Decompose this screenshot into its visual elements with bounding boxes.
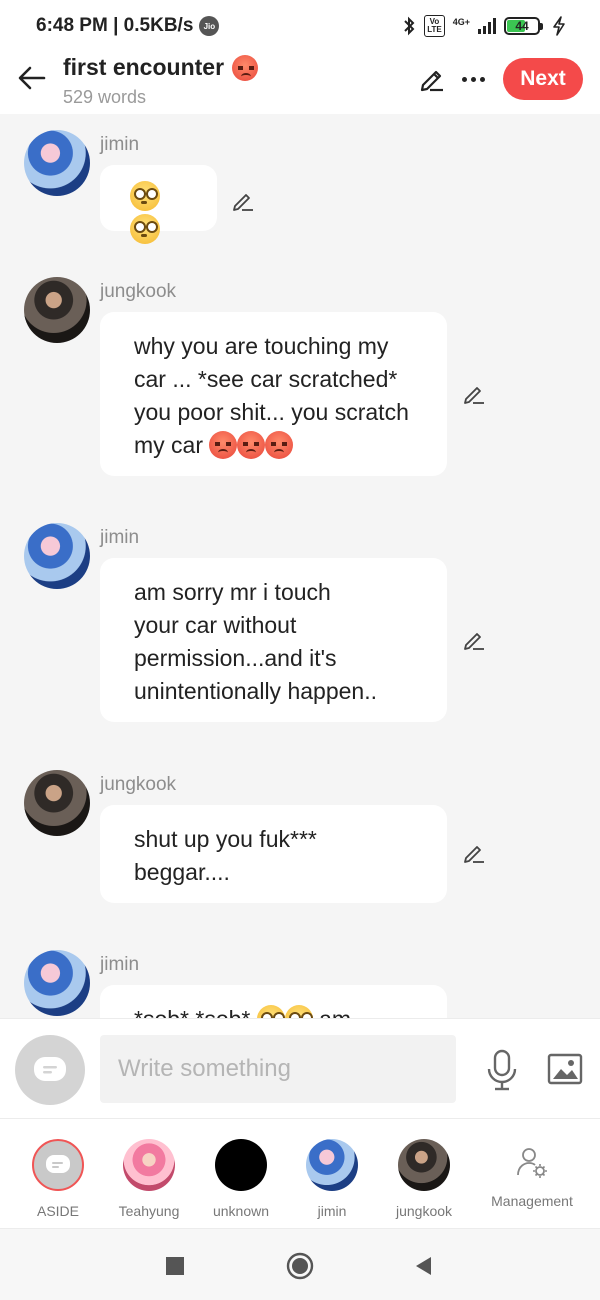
voice-input-button[interactable] — [482, 1047, 522, 1093]
more-dot — [461, 76, 467, 82]
character-aside[interactable]: ASIDE — [13, 1139, 103, 1219]
speaker-name: jungkook — [100, 281, 177, 302]
recents-button[interactable] — [160, 1251, 190, 1281]
pencil-icon — [464, 633, 484, 650]
character-unknown[interactable]: unknown — [196, 1139, 286, 1219]
angry-face-icon — [265, 431, 294, 459]
avatar-jungkook[interactable] — [24, 277, 90, 343]
avatar-jimin[interactable] — [24, 523, 90, 589]
speaker-name: jimin — [100, 954, 140, 975]
speaker-name: jimin — [100, 527, 140, 548]
message-bubble[interactable]: *sob* *sob* am — [100, 985, 447, 1018]
avatar-unknown — [215, 1139, 267, 1191]
angry-face-icon — [209, 431, 238, 459]
character-bar: ASIDE Teahyung unknown jimin jungkook Ma… — [0, 1118, 600, 1228]
chat-area[interactable]: jimin jungkook why you are touching my c… — [0, 114, 600, 1018]
back-arrow-icon — [18, 66, 46, 90]
speaker-name: jungkook — [100, 774, 177, 795]
edit-message-button[interactable] — [461, 840, 487, 866]
avatar-jungkook[interactable] — [24, 770, 90, 836]
edit-message-button[interactable] — [230, 188, 256, 214]
title-row: first encounter — [63, 54, 259, 81]
status-left: 6:48 PM | 0.5KB/s Jio — [36, 15, 220, 37]
message-bubble[interactable]: shut up you fuk*** beggar.... — [100, 805, 447, 903]
flushed-face-icon — [256, 1005, 285, 1018]
character-label: ASIDE — [36, 1203, 79, 1219]
message-input[interactable] — [100, 1035, 456, 1103]
carrier-icon: Jio — [199, 16, 220, 36]
character-label: jimin — [317, 1203, 347, 1219]
edit-message-button[interactable] — [461, 627, 487, 653]
home-button[interactable] — [285, 1251, 315, 1281]
network-label: 4G+ — [452, 17, 470, 27]
story-header: first encounter 529 words Next — [0, 52, 600, 114]
avatar-jimin — [306, 1139, 358, 1191]
back-nav-button[interactable] — [408, 1251, 438, 1281]
message-text: shut up you fuk*** beggar.... — [134, 826, 317, 885]
status-time-speed: 6:48 PM | 0.5KB/s — [36, 15, 194, 36]
word-count: 529 words — [63, 87, 147, 107]
status-right: Vo LTE 4G+ 44 — [402, 15, 566, 37]
pencil-icon — [233, 194, 253, 211]
management-button[interactable]: Management — [486, 1139, 578, 1209]
avatar-jungkook — [398, 1139, 450, 1191]
pencil-icon — [464, 387, 484, 404]
battery-level: 44 — [515, 19, 529, 33]
story-title: first encounter — [63, 54, 225, 80]
circle-icon — [286, 1252, 314, 1280]
avatar-jimin[interactable] — [24, 950, 90, 1016]
character-label: jungkook — [395, 1203, 453, 1219]
character-jungkook[interactable]: jungkook — [379, 1139, 469, 1219]
edit-title-button[interactable] — [417, 64, 447, 94]
message-bubble[interactable]: am sorry mr i touch your car without per… — [100, 558, 447, 722]
image-icon — [547, 1053, 583, 1085]
message-text: *sob* *sob* — [134, 1006, 250, 1018]
avatar-jimin[interactable] — [24, 130, 90, 196]
flushed-face-icon — [130, 214, 160, 244]
character-jimin[interactable]: jimin — [287, 1139, 377, 1219]
edit-message-button[interactable] — [461, 381, 487, 407]
more-dot — [470, 76, 476, 82]
angry-face-icon — [237, 431, 266, 459]
signal-icon — [478, 18, 496, 34]
character-label: Teahyung — [118, 1203, 180, 1219]
next-button[interactable]: Next — [503, 58, 583, 100]
pencil-icon — [420, 70, 443, 92]
character-label: unknown — [212, 1203, 270, 1219]
square-icon — [166, 1257, 184, 1275]
battery-icon: 44 — [504, 17, 543, 35]
message-bubble[interactable]: why you are touching my car ... *see car… — [100, 312, 447, 476]
message-bubble[interactable] — [100, 165, 217, 244]
message-text-trailing: am — [319, 1006, 351, 1018]
character-teahyung[interactable]: Teahyung — [104, 1139, 194, 1219]
avatar-teahyung — [123, 1139, 175, 1191]
status-bar: 6:48 PM | 0.5KB/s Jio Vo LTE 4G+ 44 — [0, 0, 600, 52]
aside-avatar — [32, 1139, 84, 1191]
volte-icon: Vo LTE — [424, 15, 445, 37]
input-bar — [0, 1018, 600, 1118]
back-button[interactable] — [16, 62, 48, 94]
aside-bubble-icon — [34, 1057, 66, 1081]
more-dot — [479, 76, 485, 82]
title-block: first encounter 529 words — [63, 54, 259, 108]
flushed-face-icon — [130, 181, 160, 211]
flushed-face-icon — [284, 1005, 313, 1018]
microphone-icon — [487, 1049, 517, 1091]
pencil-icon — [464, 846, 484, 863]
insert-image-button[interactable] — [545, 1051, 585, 1087]
charging-icon — [553, 16, 565, 36]
speaker-name: jimin — [100, 134, 140, 155]
aside-bubble-icon — [46, 1155, 70, 1173]
character-label: Management — [491, 1193, 573, 1209]
bluetooth-icon — [404, 16, 415, 36]
more-options-button[interactable] — [458, 64, 488, 94]
aside-toggle-button[interactable] — [15, 1035, 85, 1105]
angry-face-icon — [232, 54, 259, 81]
user-settings-icon — [506, 1139, 558, 1185]
triangle-back-icon — [416, 1257, 431, 1275]
system-nav-bar — [0, 1228, 600, 1300]
message-text: am sorry mr i touch your car without per… — [134, 579, 377, 704]
